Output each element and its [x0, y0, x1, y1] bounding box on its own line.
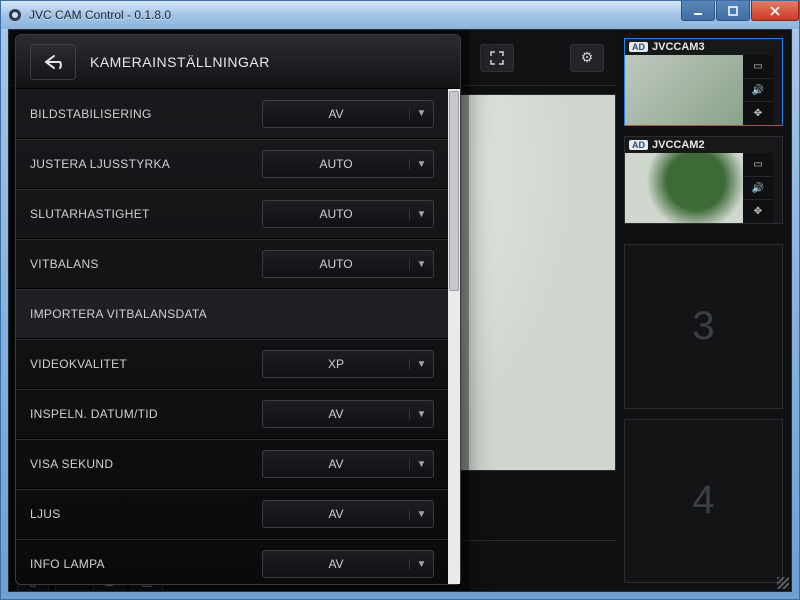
- settings-panel-title: KAMERAINSTÄLLNINGAR: [90, 54, 270, 70]
- window-titlebar[interactable]: JVC CAM Control - 0.1.8.0: [1, 1, 799, 29]
- settings-row-label: BILDSTABILISERING: [30, 107, 262, 121]
- window-chrome: JVC CAM Control - 0.1.8.0 SDX 🔌 ⚙: [0, 0, 800, 600]
- camera-name: JVCCAM2: [652, 139, 705, 151]
- chevron-down-icon: ▼: [409, 209, 433, 220]
- tile-media-icon[interactable]: ▭: [743, 55, 773, 79]
- app-icon: [7, 7, 23, 23]
- chevron-down-icon: ▼: [409, 459, 433, 470]
- settings-row-0: BILDSTABILISERINGAV▼: [16, 89, 448, 139]
- settings-row-label: VISA SEKUND: [30, 457, 262, 471]
- settings-panel: KAMERAINSTÄLLNINGAR BILDSTABILISERINGAV▼…: [15, 34, 461, 585]
- settings-row-6: INSPELN. DATUM/TIDAV▼: [16, 389, 448, 439]
- settings-select-value: AUTO: [263, 157, 409, 171]
- settings-row-3: VITBALANSAUTO▼: [16, 239, 448, 289]
- settings-row-label: INFO LAMPA: [30, 557, 262, 571]
- chevron-down-icon: ▼: [409, 559, 433, 570]
- tile-move-icon[interactable]: ✥: [743, 200, 773, 223]
- resize-grip[interactable]: [777, 577, 789, 589]
- settings-select-9[interactable]: AV▼: [262, 550, 434, 578]
- chevron-down-icon: ▼: [409, 359, 433, 370]
- camera-thumbnail: [625, 153, 743, 223]
- back-button[interactable]: [30, 44, 76, 80]
- settings-row-label: VITBALANS: [30, 257, 262, 271]
- camera-name: JVCCAM3: [652, 41, 705, 53]
- settings-select-value: AUTO: [263, 257, 409, 271]
- window-close-button[interactable]: [751, 1, 799, 21]
- back-arrow-icon: [42, 53, 64, 71]
- settings-select-8[interactable]: AV▼: [262, 500, 434, 528]
- settings-select-value: AV: [263, 557, 409, 571]
- camera-slot-3[interactable]: 3: [624, 244, 783, 409]
- camera-tile-2[interactable]: AD JVCCAM2 ▭🔊✥: [624, 136, 783, 224]
- camera-tile-sidebar: ▭🔊✥: [743, 55, 773, 125]
- settings-select-2[interactable]: AUTO▼: [262, 200, 434, 228]
- tile-media-icon[interactable]: ▭: [743, 153, 773, 177]
- settings-select-value: AV: [263, 107, 409, 121]
- scrollbar-thumb[interactable]: [449, 91, 459, 291]
- tile-speaker-icon[interactable]: 🔊: [743, 177, 773, 201]
- ad-badge: AD: [629, 42, 648, 52]
- settings-scrollbar[interactable]: [448, 89, 460, 584]
- camera-slot-4[interactable]: 4: [624, 419, 783, 584]
- camera-tile-header: AD JVCCAM3: [625, 39, 782, 55]
- camera-sidebar: ADJVCCAM3▭🔊✥ADJVCCAM2▭🔊✥ 3 4: [616, 30, 791, 591]
- settings-row-label: LJUS: [30, 507, 262, 521]
- ad-badge: AD: [629, 140, 648, 150]
- settings-gear-button[interactable]: ⚙: [570, 44, 604, 72]
- app-client-area: SDX 🔌 ⚙ ▭ 🔊 ✥: [8, 29, 792, 592]
- camera-tile-header: AD JVCCAM2: [625, 137, 782, 153]
- settings-row-4[interactable]: IMPORTERA VITBALANSDATA: [16, 289, 448, 339]
- settings-select-1[interactable]: AUTO▼: [262, 150, 434, 178]
- settings-panel-header: KAMERAINSTÄLLNINGAR: [16, 35, 460, 89]
- settings-row-2: SLUTARHASTIGHETAUTO▼: [16, 189, 448, 239]
- gear-icon: ⚙: [581, 49, 594, 66]
- settings-select-6[interactable]: AV▼: [262, 400, 434, 428]
- settings-select-value: AV: [263, 507, 409, 521]
- camera-thumbnail: [625, 55, 743, 125]
- camera-tile-sidebar: ▭🔊✥: [743, 153, 773, 223]
- window-maximize-button[interactable]: [716, 1, 750, 21]
- settings-select-value: AV: [263, 407, 409, 421]
- chevron-down-icon: ▼: [409, 509, 433, 520]
- settings-row-label: VIDEOKVALITET: [30, 357, 262, 371]
- settings-select-3[interactable]: AUTO▼: [262, 250, 434, 278]
- window-controls: [680, 1, 799, 21]
- chevron-down-icon: ▼: [409, 259, 433, 270]
- settings-row-label: JUSTERA LJUSSTYRKA: [30, 157, 262, 171]
- chevron-down-icon: ▼: [409, 159, 433, 170]
- chevron-down-icon: ▼: [409, 108, 433, 119]
- window-minimize-button[interactable]: [681, 1, 715, 21]
- chevron-down-icon: ▼: [409, 409, 433, 420]
- settings-select-value: AUTO: [263, 207, 409, 221]
- settings-row-label: IMPORTERA VITBALANSDATA: [30, 307, 434, 321]
- settings-overlay: KAMERAINSTÄLLNINGAR BILDSTABILISERINGAV▼…: [9, 30, 469, 591]
- window-title: JVC CAM Control - 0.1.8.0: [29, 8, 680, 22]
- settings-row-label: SLUTARHASTIGHET: [30, 207, 262, 221]
- settings-list: BILDSTABILISERINGAV▼JUSTERA LJUSSTYRKAAU…: [16, 89, 448, 584]
- settings-row-7: VISA SEKUNDAV▼: [16, 439, 448, 489]
- settings-row-9: INFO LAMPAAV▼: [16, 539, 448, 584]
- settings-row-label: INSPELN. DATUM/TID: [30, 407, 262, 421]
- settings-row-5: VIDEOKVALITETXP▼: [16, 339, 448, 389]
- camera-tile-1[interactable]: AD JVCCAM3 ▭🔊✥: [624, 38, 783, 126]
- settings-row-1: JUSTERA LJUSSTYRKAAUTO▼: [16, 139, 448, 189]
- settings-select-value: AV: [263, 457, 409, 471]
- settings-select-0[interactable]: AV▼: [262, 100, 434, 128]
- settings-row-8: LJUSAV▼: [16, 489, 448, 539]
- fullscreen-button[interactable]: [480, 44, 514, 72]
- settings-select-value: XP: [263, 357, 409, 371]
- settings-select-7[interactable]: AV▼: [262, 450, 434, 478]
- tile-speaker-icon[interactable]: 🔊: [743, 79, 773, 103]
- tile-move-icon[interactable]: ✥: [743, 102, 773, 125]
- settings-select-5[interactable]: XP▼: [262, 350, 434, 378]
